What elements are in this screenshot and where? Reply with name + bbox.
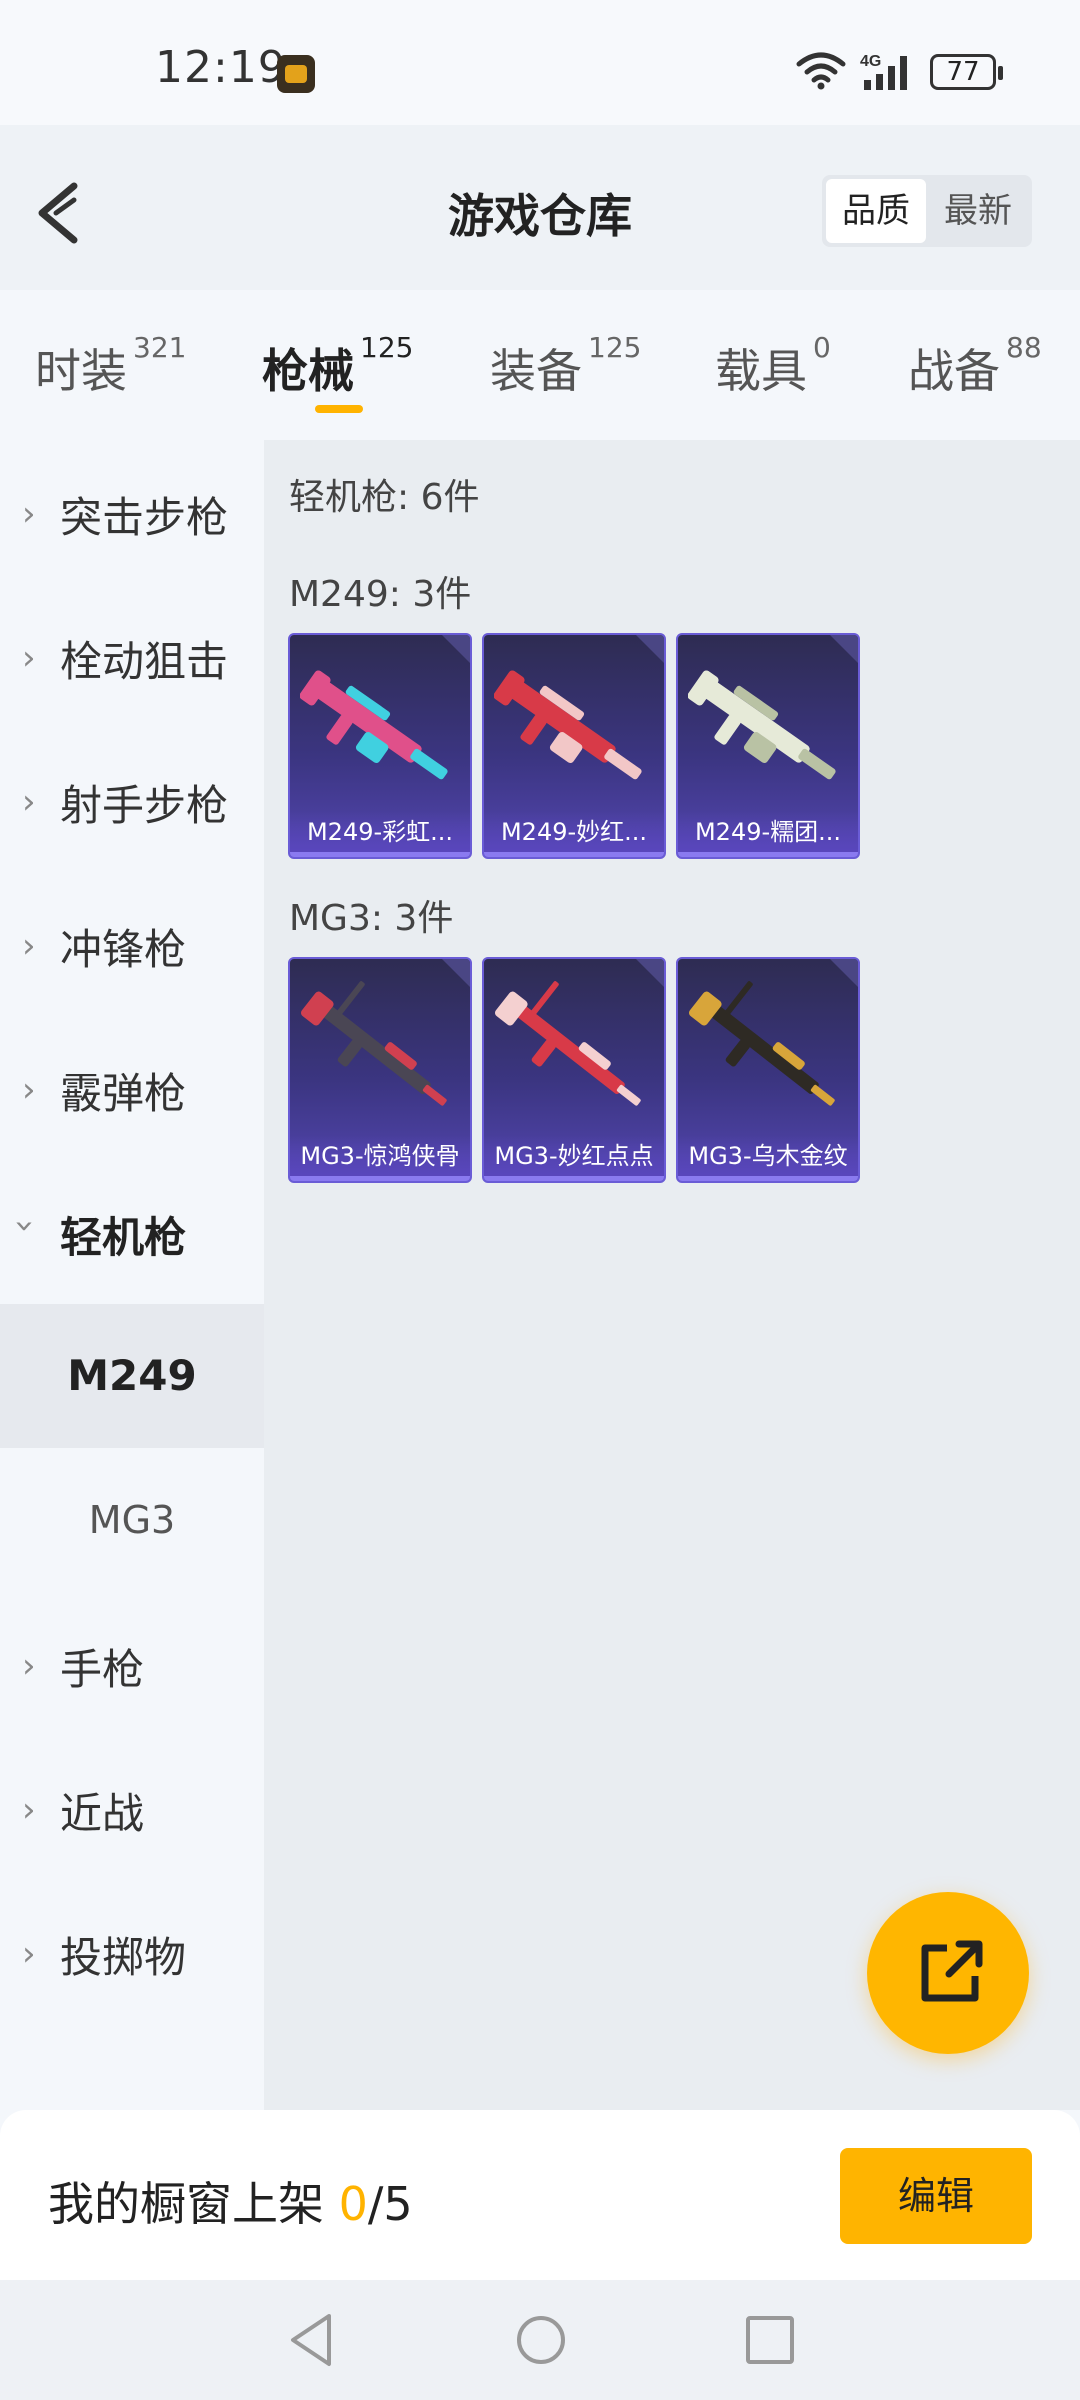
item-card[interactable]: M249-糯团... (676, 633, 860, 859)
sort-newest-button[interactable]: 最新 (928, 179, 1028, 243)
sidebar-subitem-mg3[interactable]: MG3 (0, 1448, 264, 1592)
item-name: M249-糯团... (678, 811, 858, 857)
item-name: M249-妙红... (484, 811, 664, 857)
tab-fashion[interactable]: 时装 321 (35, 331, 186, 401)
sidebar-item-smg[interactable]: › 冲锋枪 (0, 872, 264, 1016)
item-card[interactable]: MG3-惊鸿侠骨 (288, 957, 472, 1183)
sidebar-item-pistol[interactable]: › 手枪 (0, 1592, 264, 1736)
item-card[interactable]: M249-彩虹... (288, 633, 472, 859)
gun-mg3-icon (494, 981, 641, 1106)
chevron-right-icon: › (22, 782, 36, 822)
tab-vehicles[interactable]: 载具 0 (715, 331, 831, 401)
nav-home-icon[interactable] (513, 2310, 569, 2370)
status-time: 12:19 (155, 42, 287, 93)
edit-button[interactable]: 编辑 (840, 2148, 1032, 2244)
chevron-right-icon: › (22, 638, 36, 678)
sidebar-item-bolt-sniper[interactable]: › 栓动狙击 (0, 584, 264, 728)
sidebar-item-melee[interactable]: › 近战 (0, 1736, 264, 1880)
battery-indicator: 77 (930, 54, 1003, 90)
gun-mg3-icon (688, 981, 835, 1106)
tab-count: 125 (360, 331, 414, 364)
sidebar-item-label: 霰弹枪 (60, 1069, 187, 1118)
nav-recents-icon[interactable] (742, 2310, 798, 2370)
network-type: 4G (860, 53, 881, 70)
showcase-label: 我的橱窗上架 (48, 2177, 324, 2231)
chevron-right-icon: › (22, 1934, 36, 1974)
wifi-icon (796, 52, 846, 90)
gun-m249-icon (300, 670, 448, 780)
sidebar-item-throwables[interactable]: › 投掷物 (0, 1880, 264, 2024)
category-summary: 轻机枪: 6件 (289, 477, 480, 518)
tab-label: 载具 (715, 344, 807, 398)
sidebar-item-label: 射手步枪 (60, 781, 229, 830)
chevron-down-icon: › (4, 1219, 45, 1233)
showcase-status: 我的橱窗上架 0/5 (48, 2168, 413, 2234)
share-button[interactable] (867, 1892, 1029, 2054)
gun-m249-icon (494, 670, 642, 780)
sidebar-item-label: 投掷物 (60, 1933, 187, 1982)
item-name: MG3-乌木金纹 (678, 1135, 858, 1181)
gun-mg3-icon (300, 981, 447, 1106)
item-name: M249-彩虹... (290, 811, 470, 857)
item-card[interactable]: M249-妙红... (482, 633, 666, 859)
chevron-right-icon: › (22, 494, 36, 534)
chevron-right-icon: › (22, 1646, 36, 1686)
system-navigation-bar (0, 2280, 1080, 2400)
chevron-right-icon: › (22, 926, 36, 966)
showcase-total-count: /5 (367, 2177, 413, 2231)
chevron-right-icon: › (22, 1790, 36, 1830)
sidebar-item-label: 近战 (60, 1789, 145, 1838)
item-card[interactable]: MG3-妙红点点 (482, 957, 666, 1183)
sidebar-item-label: 手枪 (60, 1645, 145, 1694)
nav-back-icon[interactable] (285, 2310, 337, 2370)
sidebar-item-marksman-rifle[interactable]: › 射手步枪 (0, 728, 264, 872)
tab-count: 321 (133, 331, 187, 364)
sidebar-item-assault-rifle[interactable]: › 突击步枪 (0, 440, 264, 584)
tab-label: 装备 (490, 344, 582, 398)
sidebar: › 突击步枪 › 栓动狙击 › 射手步枪 › 冲锋枪 › 霰弹枪 › 轻机枪 M249 MG… (0, 440, 264, 2110)
group-title-mg3: MG3: 3件 (289, 898, 454, 939)
sidebar-item-label: 栓动狙击 (60, 637, 229, 686)
tab-label: 时装 (35, 344, 127, 398)
cellular-signal-icon: 4G (860, 53, 907, 90)
sidebar-item-label: 突击步枪 (60, 493, 229, 542)
app-notification-icon (277, 55, 315, 93)
sort-quality-button[interactable]: 品质 (826, 179, 926, 243)
sidebar-subitem-m249[interactable]: M249 (0, 1304, 264, 1448)
tab-equipment[interactable]: 装备 125 (490, 331, 641, 401)
tab-count: 88 (1006, 331, 1042, 364)
sidebar-item-shotgun[interactable]: › 霰弹枪 (0, 1016, 264, 1160)
chevron-right-icon: › (22, 1070, 36, 1110)
active-tab-indicator (315, 405, 363, 413)
item-name: MG3-惊鸿侠骨 (290, 1135, 470, 1181)
tab-label: 战备 (908, 344, 1000, 398)
sidebar-item-label: 轻机枪 (60, 1213, 187, 1262)
gun-m249-icon (688, 670, 836, 780)
tab-count: 125 (588, 331, 642, 364)
item-card[interactable]: MG3-乌木金纹 (676, 957, 860, 1183)
tab-label: 枪械 (262, 344, 354, 398)
share-edit-icon (921, 1940, 983, 2002)
tab-firearms[interactable]: 枪械 125 (262, 331, 413, 401)
showcase-current-count: 0 (338, 2177, 368, 2231)
group-title-m249: M249: 3件 (289, 574, 472, 615)
sidebar-item-lmg[interactable]: › 轻机枪 (0, 1160, 264, 1304)
sidebar-item-label: 冲锋枪 (60, 925, 187, 974)
item-name: MG3-妙红点点 (484, 1135, 664, 1181)
tab-count: 0 (813, 331, 831, 364)
tab-supplies[interactable]: 战备 88 (908, 331, 1042, 401)
